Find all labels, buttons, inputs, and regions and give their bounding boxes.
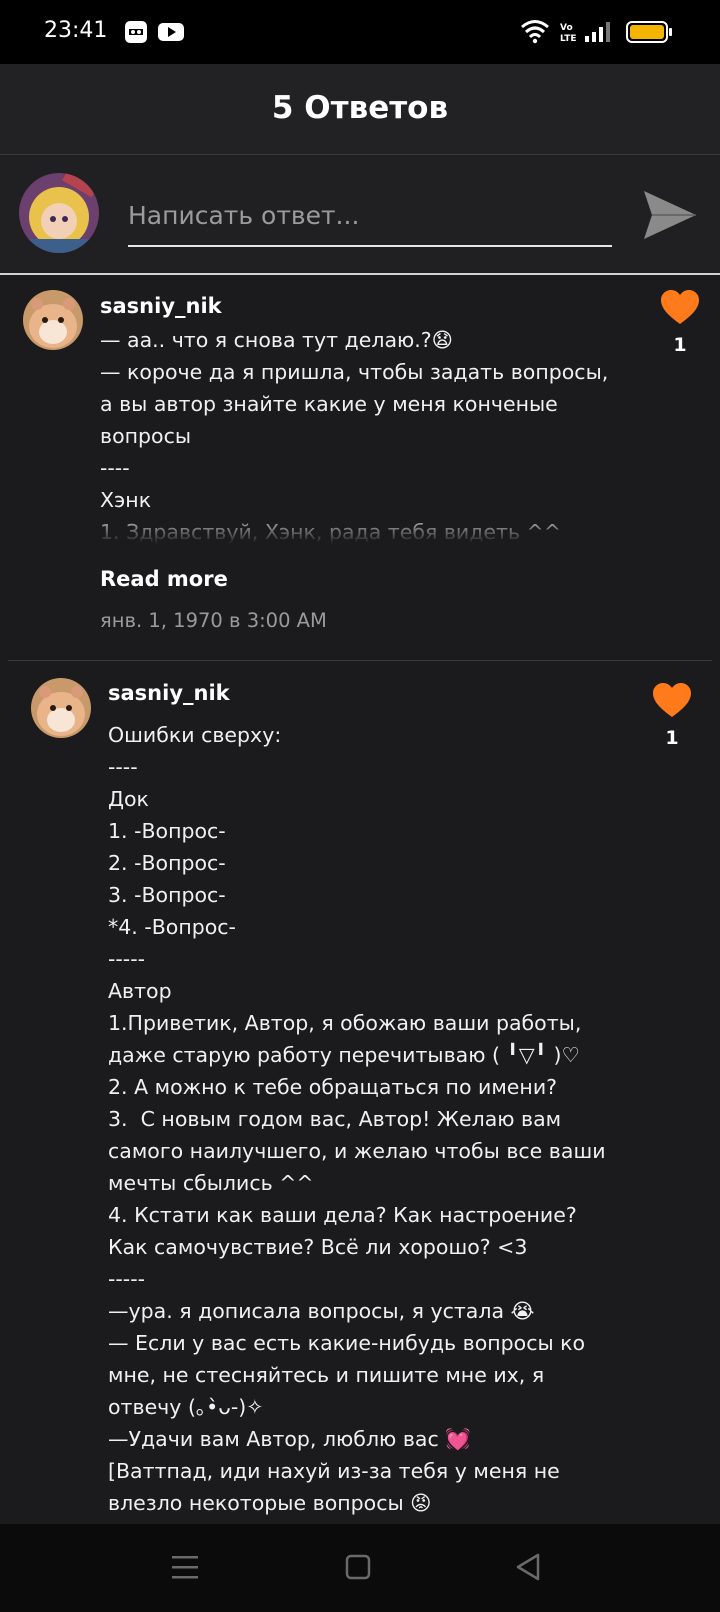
comment-2: sasniy_nik 1 Ошибки сверху: ---- Док 1. …: [0, 661, 720, 1523]
comment-body: — аа.. что я снова тут делаю.?😧 — короче…: [100, 324, 640, 544]
comment-username[interactable]: sasniy_nik: [108, 681, 230, 705]
comment-date: янв. 1, 1970 в 3:00 AM: [100, 609, 327, 632]
signal-icon: [585, 22, 610, 42]
svg-text:Vo: Vo: [560, 23, 573, 33]
heart-icon[interactable]: [660, 290, 700, 326]
like-control: 1: [652, 683, 692, 749]
volte-icon: Vo LTE: [560, 23, 577, 44]
reply-bar: [0, 155, 720, 275]
like-count: 1: [673, 334, 687, 356]
svg-text:LTE: LTE: [560, 34, 577, 44]
status-bar: 23:41 Vo LTE: [0, 0, 720, 64]
menu-icon[interactable]: [164, 1546, 208, 1590]
home-icon[interactable]: [336, 1546, 380, 1590]
comment-1: sasniy_nik 1 — аа.. что я снова тут дела…: [0, 274, 720, 660]
text-fade: [100, 510, 640, 544]
like-count: 1: [665, 727, 679, 749]
commenter-avatar[interactable]: [23, 290, 83, 350]
battery-icon: [626, 21, 672, 43]
commenter-avatar[interactable]: [31, 678, 91, 738]
heart-icon[interactable]: [652, 683, 692, 719]
wifi-icon: [521, 20, 549, 44]
app-icon: [125, 21, 147, 43]
user-avatar[interactable]: [19, 173, 99, 253]
page-title: 5 Ответов: [271, 90, 449, 126]
reply-input[interactable]: [128, 195, 612, 247]
navigation-bar: [0, 1524, 720, 1612]
back-icon[interactable]: [508, 1546, 552, 1590]
header: 5 Ответов: [0, 64, 720, 155]
read-more-link[interactable]: Read more: [100, 567, 228, 591]
status-time: 23:41: [44, 18, 108, 43]
youtube-icon: [158, 23, 184, 41]
comment-text: Ошибки сверху: ---- Док 1. -Вопрос- 2. -…: [108, 723, 606, 1515]
like-control: 1: [660, 290, 700, 356]
comment-username[interactable]: sasniy_nik: [100, 294, 222, 318]
send-icon[interactable]: [640, 185, 700, 245]
